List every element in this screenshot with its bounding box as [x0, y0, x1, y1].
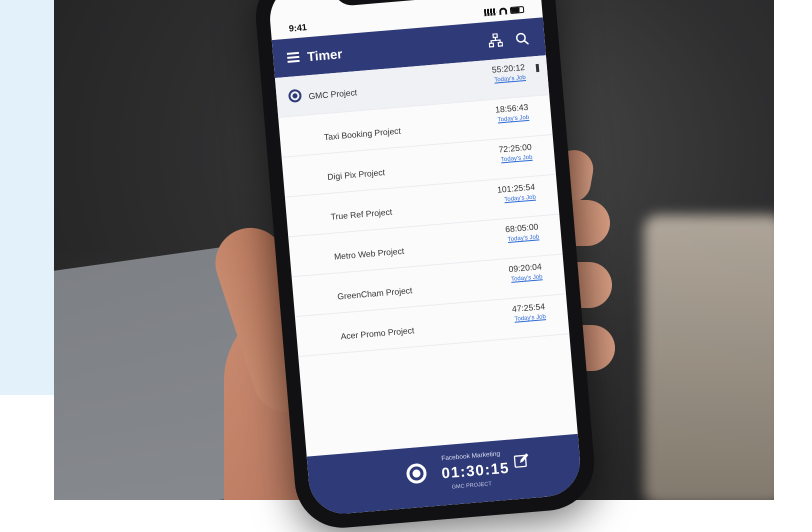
todays-job-link[interactable]: Today's Job	[501, 155, 533, 164]
record-icon[interactable]	[287, 88, 303, 103]
project-name: GMC Project	[308, 87, 358, 102]
project-time: 18:56:43	[494, 101, 529, 115]
stop-timer-button[interactable]	[405, 462, 428, 485]
todays-job-link[interactable]: Today's Job	[504, 195, 536, 204]
project-name: True Ref Project	[330, 206, 393, 222]
scroll-indicator[interactable]	[535, 63, 540, 73]
project-time: 101:25:54	[496, 181, 536, 195]
project-time: 55:20:12	[491, 62, 526, 75]
hierarchy-icon[interactable]	[486, 31, 505, 50]
background-panel-left	[0, 0, 56, 395]
phone-screen: 9:41 Timer GMC Project 55:20:12 Today's …	[267, 0, 583, 517]
battery-icon	[509, 5, 525, 14]
project-name: GreenCham Project	[337, 285, 413, 302]
todays-job-link[interactable]: Today's Job	[494, 75, 526, 84]
project-name: Digi Pix Project	[326, 167, 386, 182]
project-time: 47:25:54	[511, 301, 546, 314]
project-time: 68:05:00	[504, 221, 539, 235]
project-time: 09:20:04	[508, 261, 543, 275]
edit-icon[interactable]	[513, 452, 532, 471]
active-timer: 01:30:15	[440, 459, 511, 483]
blurred-object	[644, 215, 774, 500]
phone-notch	[332, 0, 475, 7]
project-list: GMC Project 55:20:12 Today's Job Taxi Bo…	[274, 55, 578, 456]
project-name: Metro Web Project	[333, 245, 405, 262]
menu-icon[interactable]	[286, 51, 300, 63]
status-time: 9:41	[288, 22, 308, 34]
todays-job-link[interactable]: Today's Job	[511, 274, 543, 283]
signal-icon	[483, 7, 497, 16]
search-icon[interactable]	[512, 28, 531, 47]
todays-job-link[interactable]: Today's Job	[498, 115, 530, 124]
project-time: 72:25:00	[498, 141, 532, 155]
page-title: Timer	[306, 45, 343, 64]
project-name: Acer Promo Project	[340, 325, 415, 342]
wifi-icon	[498, 6, 508, 15]
project-name: Taxi Booking Project	[323, 125, 402, 143]
todays-job-link[interactable]: Today's Job	[514, 314, 546, 323]
todays-job-link[interactable]: Today's Job	[508, 234, 540, 243]
active-project-name: GMC PROJECT	[451, 481, 492, 491]
background-panel-right	[774, 0, 812, 500]
smartphone: 9:41 Timer GMC Project 55:20:12 Today's …	[252, 0, 598, 532]
